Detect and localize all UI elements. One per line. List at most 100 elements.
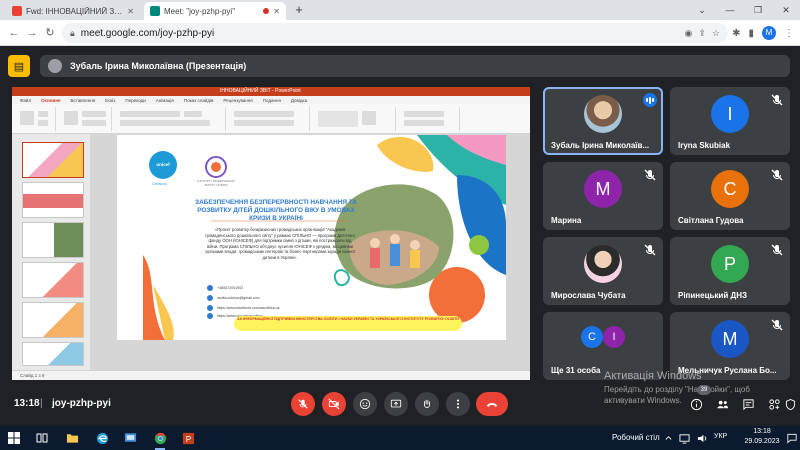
menu-icon[interactable]: ⋮ (784, 28, 794, 39)
camera-toggle-button[interactable] (322, 392, 346, 416)
menu-tab: Основне (41, 97, 61, 103)
camera-icon[interactable]: ◉ (685, 28, 693, 39)
control-panel-icon[interactable] (122, 430, 138, 446)
clock-date[interactable]: 29.09.2023 (738, 438, 786, 445)
windows-start-icon[interactable] (6, 430, 22, 446)
profile-avatar[interactable]: M (762, 26, 776, 40)
participant-name: Зубаль Ірина Миколаїв... (551, 141, 650, 150)
network-icon[interactable] (676, 430, 692, 446)
institute-label: ІНСТИТУТ МОДЕРНІЗАЦІЇ ЗМІСТУ ОСВІТИ (197, 179, 235, 187)
leave-call-button[interactable] (476, 392, 508, 416)
minimize-button[interactable]: — (716, 0, 744, 20)
presentation-icon[interactable]: ▤ (8, 55, 30, 77)
shapes-gallery (318, 111, 358, 127)
share-icon[interactable]: ⇪ (698, 28, 706, 39)
slide-title: ЗАБЕЗПЕЧЕННЯ БЕЗПЕРЕРВНОСТІ НАВЧАННЯ ТА … (195, 199, 357, 222)
info-icon[interactable] (688, 396, 704, 412)
participant-tile[interactable]: Зубаль Ірина Миколаїв... (543, 87, 663, 155)
raise-hand-button[interactable] (415, 392, 439, 416)
new-slide-icon (64, 111, 78, 125)
tab-title: Fwd: ІННОВАЦІЙНИЙ ЗВІТ - г... (26, 6, 123, 16)
thumbnail-image (23, 183, 83, 217)
powerpoint-ribbon (12, 104, 530, 134)
menu-tab: Довідка (290, 97, 308, 103)
restore-button[interactable]: ❐ (744, 0, 772, 20)
menu-tab: Подання (262, 97, 281, 103)
back-button[interactable]: ← (6, 25, 22, 41)
ribbon-group (400, 107, 460, 131)
participant-tile[interactable]: Мирослава Чубата (543, 237, 663, 305)
participant-tile[interactable]: M Марина (543, 162, 663, 230)
emoji-icon (359, 398, 371, 410)
slide-thumbnail (22, 342, 84, 366)
presenter-label: Зубаль Ірина Миколаївна (Презентація) (70, 61, 247, 71)
slide-thumbnail (22, 302, 84, 338)
thumbnail-image (23, 303, 83, 337)
reload-button[interactable]: ↻ (42, 25, 58, 41)
sidepanel-icon[interactable]: ▮ (748, 28, 754, 39)
extensions-icon[interactable]: ✱ (732, 28, 740, 39)
participant-name: Світлана Гудова (678, 216, 744, 225)
host-controls-icon[interactable] (784, 396, 796, 412)
participant-tile[interactable]: C Світлана Гудова (670, 162, 790, 230)
task-view-icon[interactable] (34, 430, 50, 446)
people-count-badge: 39 (697, 385, 711, 395)
powerpoint-menu-tabs: Файл Основне Вставлення Ескіз Переходи А… (12, 96, 530, 104)
menu-tab: Анімація (155, 97, 174, 103)
tray-chevron-icon[interactable] (660, 430, 676, 446)
thumbnail-image (23, 263, 83, 297)
reactions-button[interactable] (353, 392, 377, 416)
contact-text: osvita.cubizov@gmail.com (217, 296, 260, 300)
chrome-icon[interactable] (152, 430, 168, 450)
gmail-icon (12, 6, 22, 16)
participant-name: Iryna Skubiak (678, 141, 731, 150)
mic-toggle-button[interactable] (291, 392, 315, 416)
chat-icon[interactable] (740, 396, 756, 412)
paragraph-tools (234, 120, 294, 126)
presenter-chip[interactable]: Зубаль Ірина Миколаївна (Презентація) (40, 55, 790, 77)
browser-toolbar: ← → ↻ 🔒︎ meet.google.com/joy-pzhp-pyi ◉ … (0, 20, 800, 46)
tab-search-icon[interactable]: ⌄ (688, 0, 716, 20)
bookmark-star-icon[interactable]: ☆ (712, 28, 720, 39)
lock-icon: 🔒︎ (70, 27, 75, 38)
volume-icon[interactable] (694, 430, 710, 446)
more-options-button[interactable] (446, 392, 470, 416)
present-button[interactable] (384, 392, 408, 416)
participant-tile[interactable]: P Ріпинецький ДНЗ (670, 237, 790, 305)
file-explorer-icon[interactable] (64, 430, 80, 446)
thumbnail-image (23, 343, 83, 365)
activities-icon[interactable] (766, 396, 782, 412)
people-icon[interactable] (714, 396, 730, 412)
new-tab-button[interactable]: + (292, 3, 306, 17)
ribbon-tool (38, 120, 48, 126)
edge-icon[interactable] (94, 430, 110, 446)
address-bar[interactable]: 🔒︎ meet.google.com/joy-pzhp-pyi ◉ ⇪ ☆ (62, 23, 728, 43)
meet-icon (150, 6, 160, 16)
ribbon-tool (82, 111, 106, 117)
close-tab-icon[interactable]: ✕ (127, 7, 134, 16)
slide-thumbnail (22, 182, 84, 218)
participant-avatar: I (711, 95, 749, 133)
tab-meet[interactable]: Meet: "joy-pzhp-pyi" ✕ (144, 2, 286, 20)
forward-button[interactable]: → (24, 25, 40, 41)
more-vert-icon (456, 399, 460, 409)
menu-tab: Рецензування (223, 97, 253, 103)
tab-gmail[interactable]: Fwd: ІННОВАЦІЙНИЙ ЗВІТ - г... ✕ (6, 2, 140, 20)
powerpoint-titlebar: ІННОВАЦІЙНИЙ ЗВІТ - PowerPoint (12, 87, 530, 96)
close-tab-icon[interactable]: ✕ (273, 7, 280, 16)
clock-time[interactable]: 13:18 (744, 428, 780, 435)
ribbon-group (314, 107, 396, 131)
close-window-button[interactable]: ✕ (772, 0, 800, 20)
menu-tab: Ескіз (105, 97, 116, 103)
contact-email: osvita.cubizov@gmail.com (207, 295, 260, 301)
support-banner-text: ЗА ІНФОРМАЦІЙНОЇ ПІДТРИМКИ МІНІСТЕРСТВА … (237, 317, 459, 321)
divider: | (40, 398, 43, 409)
browser-tabstrip: Fwd: ІННОВАЦІЙНИЙ ЗВІТ - г... ✕ Meet: "j… (0, 0, 800, 20)
toolbar-right: ✱ ▮ M ⋮ (732, 24, 794, 42)
thumbnail-image (23, 143, 83, 177)
desktop-label[interactable]: Робочий стіл (612, 433, 660, 442)
powerpoint-icon[interactable]: P (180, 430, 196, 446)
participant-tile[interactable]: I Iryna Skubiak (670, 87, 790, 155)
notifications-icon[interactable] (784, 430, 800, 446)
input-language[interactable]: УКР (714, 433, 727, 440)
